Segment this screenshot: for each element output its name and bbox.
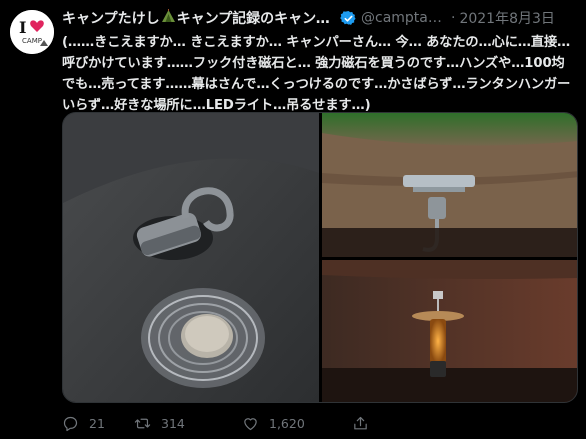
tent-emoji-icon: [161, 9, 176, 27]
tweet-date[interactable]: 2021年8月3日: [459, 8, 554, 28]
like-count: 1,620: [269, 415, 305, 431]
verified-badge-icon: [340, 10, 356, 25]
like-button[interactable]: 1,620: [242, 415, 352, 432]
separator-dot: ·: [451, 10, 456, 26]
share-button[interactable]: [352, 415, 379, 432]
retweet-icon: [134, 418, 151, 428]
retweet-count: 314: [161, 415, 185, 431]
tweet-header: キャンプたけし キャンプ記録のキャンプ道具 @camptakeshi · 202…: [62, 8, 577, 28]
reply-button[interactable]: 21: [62, 415, 134, 432]
user-handle[interactable]: @camptakeshi: [361, 10, 447, 26]
hook-magnet-photo[interactable]: [63, 113, 319, 403]
like-icon: [244, 417, 257, 430]
tweet-text: (……きこえますか… きこえますか… キャンパーさん… 今… あなたの…心に…直…: [62, 35, 571, 113]
reply-count: 21: [89, 415, 105, 431]
hanging-led-lantern-photo[interactable]: [322, 260, 578, 403]
share-icon: [354, 416, 367, 429]
media-grid: [62, 112, 578, 403]
retweet-button[interactable]: 314: [134, 415, 242, 432]
display-name[interactable]: キャンプたけし キャンプ記録のキャンプ道具: [62, 8, 334, 28]
svg-text:CAMP: CAMP: [22, 37, 42, 45]
tarp-magnet-hook-photo[interactable]: [322, 113, 578, 257]
svg-text:I: I: [19, 18, 26, 37]
tweet-actions: 21 314 1,620: [62, 413, 577, 433]
reply-icon: [63, 416, 78, 431]
avatar[interactable]: I CAMP: [10, 10, 54, 54]
